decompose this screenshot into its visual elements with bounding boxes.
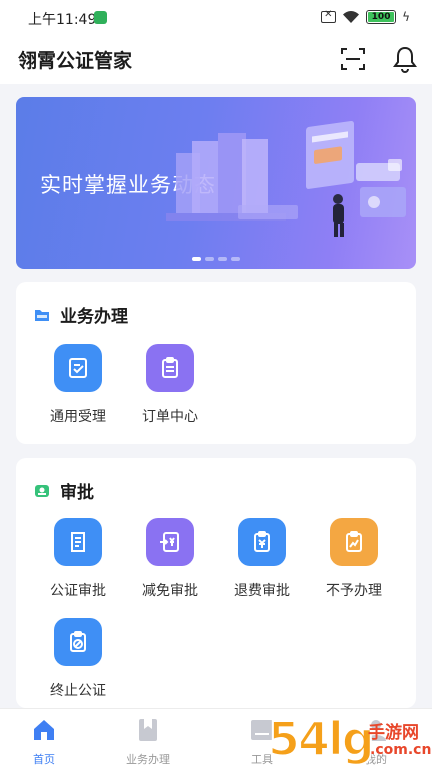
folder-icon: [35, 309, 49, 321]
home-icon: [34, 720, 54, 740]
order-center-button[interactable]: 订单中心: [130, 344, 210, 426]
tile-label: 订单中心: [142, 409, 198, 425]
approval-section: 审批 公证审批 减免审批 退费审批 不予办理 终止公证: [16, 458, 416, 708]
chart-clipboard-icon: [330, 518, 378, 566]
tile-label: 减免审批: [142, 583, 198, 599]
bell-icon[interactable]: [392, 45, 418, 73]
wifi-icon: [343, 11, 360, 23]
status-bar: 上午11:49 100 ϟ: [0, 0, 432, 36]
tile-label: 通用受理: [50, 409, 106, 425]
clipboard-list-icon: [146, 344, 194, 392]
section-title: 业务办理: [60, 307, 128, 327]
form-edit-icon: [54, 344, 102, 392]
notification-app-icon: [94, 11, 107, 24]
watermark-name: 手游网: [368, 723, 419, 743]
reduction-approval-button[interactable]: 减免审批: [130, 518, 210, 600]
no-sim-icon: [321, 9, 337, 23]
tile-label: 退费审批: [234, 583, 290, 599]
banner-dot[interactable]: [205, 257, 214, 261]
battery-level: 100: [368, 12, 395, 22]
section-header: 审批: [34, 478, 94, 503]
document-icon: [54, 518, 102, 566]
banner-pagination: [16, 257, 416, 261]
status-indicators: 100 ϟ: [321, 9, 410, 24]
watermark-domain: .com.cn: [370, 742, 432, 758]
business-section: 业务办理 通用受理 订单中心: [16, 282, 416, 444]
scan-icon[interactable]: [340, 46, 366, 72]
tile-label: 终止公证: [50, 683, 106, 699]
battery-icon: 100: [366, 10, 397, 24]
watermark-number: 54lg: [267, 711, 376, 767]
tab-label: 首页: [33, 753, 55, 766]
app-header: 翎霄公证管家: [0, 36, 432, 84]
banner-dot[interactable]: [231, 257, 240, 261]
banner-carousel[interactable]: 实时掌握业务动态: [16, 97, 416, 269]
yuan-transfer-icon: [146, 518, 194, 566]
general-acceptance-button[interactable]: 通用受理: [38, 344, 118, 426]
notary-approval-button[interactable]: 公证审批: [38, 518, 118, 600]
not-processed-button[interactable]: 不予办理: [314, 518, 394, 600]
page-title: 翎霄公证管家: [18, 50, 133, 72]
bookmark-icon: [139, 719, 157, 741]
banner-dot[interactable]: [192, 257, 201, 261]
banner-illustration: [166, 120, 406, 237]
tile-label: 公证审批: [50, 583, 106, 599]
status-time: 上午11:49: [28, 12, 97, 28]
tab-business[interactable]: 业务办理: [108, 717, 188, 767]
approval-badge-icon: [35, 484, 49, 497]
section-title: 审批: [60, 483, 94, 503]
banner-dot[interactable]: [218, 257, 227, 261]
tab-home[interactable]: 首页: [4, 717, 84, 767]
terminate-notary-button[interactable]: 终止公证: [38, 618, 118, 700]
site-watermark: 54lg 手游网 .com.cn: [267, 711, 432, 768]
tile-label: 不予办理: [326, 583, 382, 599]
ban-clipboard-icon: [54, 618, 102, 666]
section-header: 业务办理: [34, 302, 128, 327]
charging-icon: ϟ: [402, 10, 410, 24]
refund-approval-button[interactable]: 退费审批: [222, 518, 302, 600]
tab-label: 业务办理: [126, 753, 170, 766]
yuan-clipboard-icon: [238, 518, 286, 566]
